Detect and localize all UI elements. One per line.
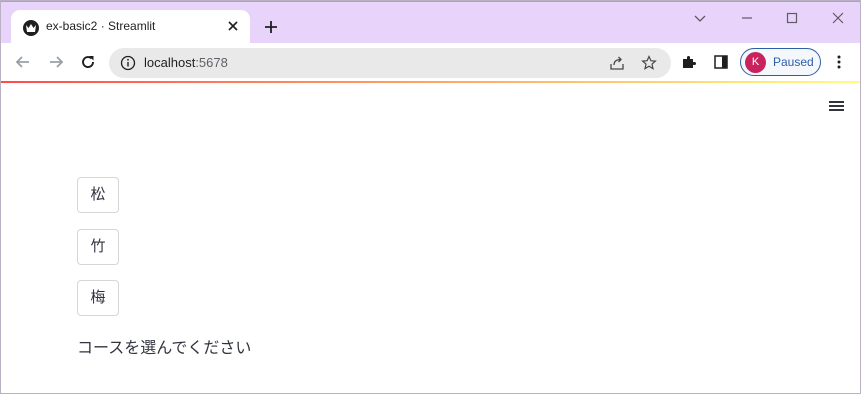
profile-status: Paused xyxy=(773,55,814,69)
url-text[interactable]: localhost:5678 xyxy=(144,55,228,70)
address-bar[interactable]: localhost:5678 xyxy=(109,48,671,78)
browser-toolbar: localhost:5678 K Paused xyxy=(1,43,860,81)
tab-search-chevron-icon[interactable] xyxy=(690,8,710,28)
forward-arrow-icon[interactable] xyxy=(46,52,66,72)
profile-button[interactable]: K Paused xyxy=(740,48,821,76)
minimize-icon[interactable] xyxy=(737,8,757,28)
tab-title: ex-basic2 · Streamlit xyxy=(46,19,156,33)
streamlit-crown-icon xyxy=(23,20,39,36)
browser-menu-icon[interactable] xyxy=(831,54,847,70)
tab-strip: ex-basic2 · Streamlit xyxy=(1,1,860,44)
browser-tab[interactable]: ex-basic2 · Streamlit xyxy=(11,10,250,44)
new-tab-icon[interactable] xyxy=(261,17,281,37)
course-button-matsu[interactable]: 松 xyxy=(77,177,119,213)
back-arrow-icon[interactable] xyxy=(13,52,33,72)
avatar: K xyxy=(745,52,766,73)
main-menu-hamburger-icon[interactable] xyxy=(827,99,847,115)
extensions-puzzle-icon[interactable] xyxy=(681,54,697,70)
course-button-take[interactable]: 竹 xyxy=(77,229,119,265)
maximize-icon[interactable] xyxy=(782,8,802,28)
course-button-ume[interactable]: 梅 xyxy=(77,280,119,316)
close-window-icon[interactable] xyxy=(828,8,848,28)
reload-icon[interactable] xyxy=(78,52,98,72)
browser-window: ex-basic2 · Streamlit localhost:5678 K P… xyxy=(0,0,861,394)
bookmark-star-icon[interactable] xyxy=(641,55,657,71)
side-panel-icon[interactable] xyxy=(713,54,729,70)
instruction-text: コースを選んでください xyxy=(77,338,252,357)
url-host: localhost xyxy=(144,55,196,70)
app-page: 松 竹 梅 コースを選んでください xyxy=(1,83,860,393)
share-icon[interactable] xyxy=(609,55,625,71)
url-port: :5678 xyxy=(195,55,228,70)
site-info-icon[interactable] xyxy=(120,55,136,71)
tab-close-icon[interactable] xyxy=(225,18,241,34)
